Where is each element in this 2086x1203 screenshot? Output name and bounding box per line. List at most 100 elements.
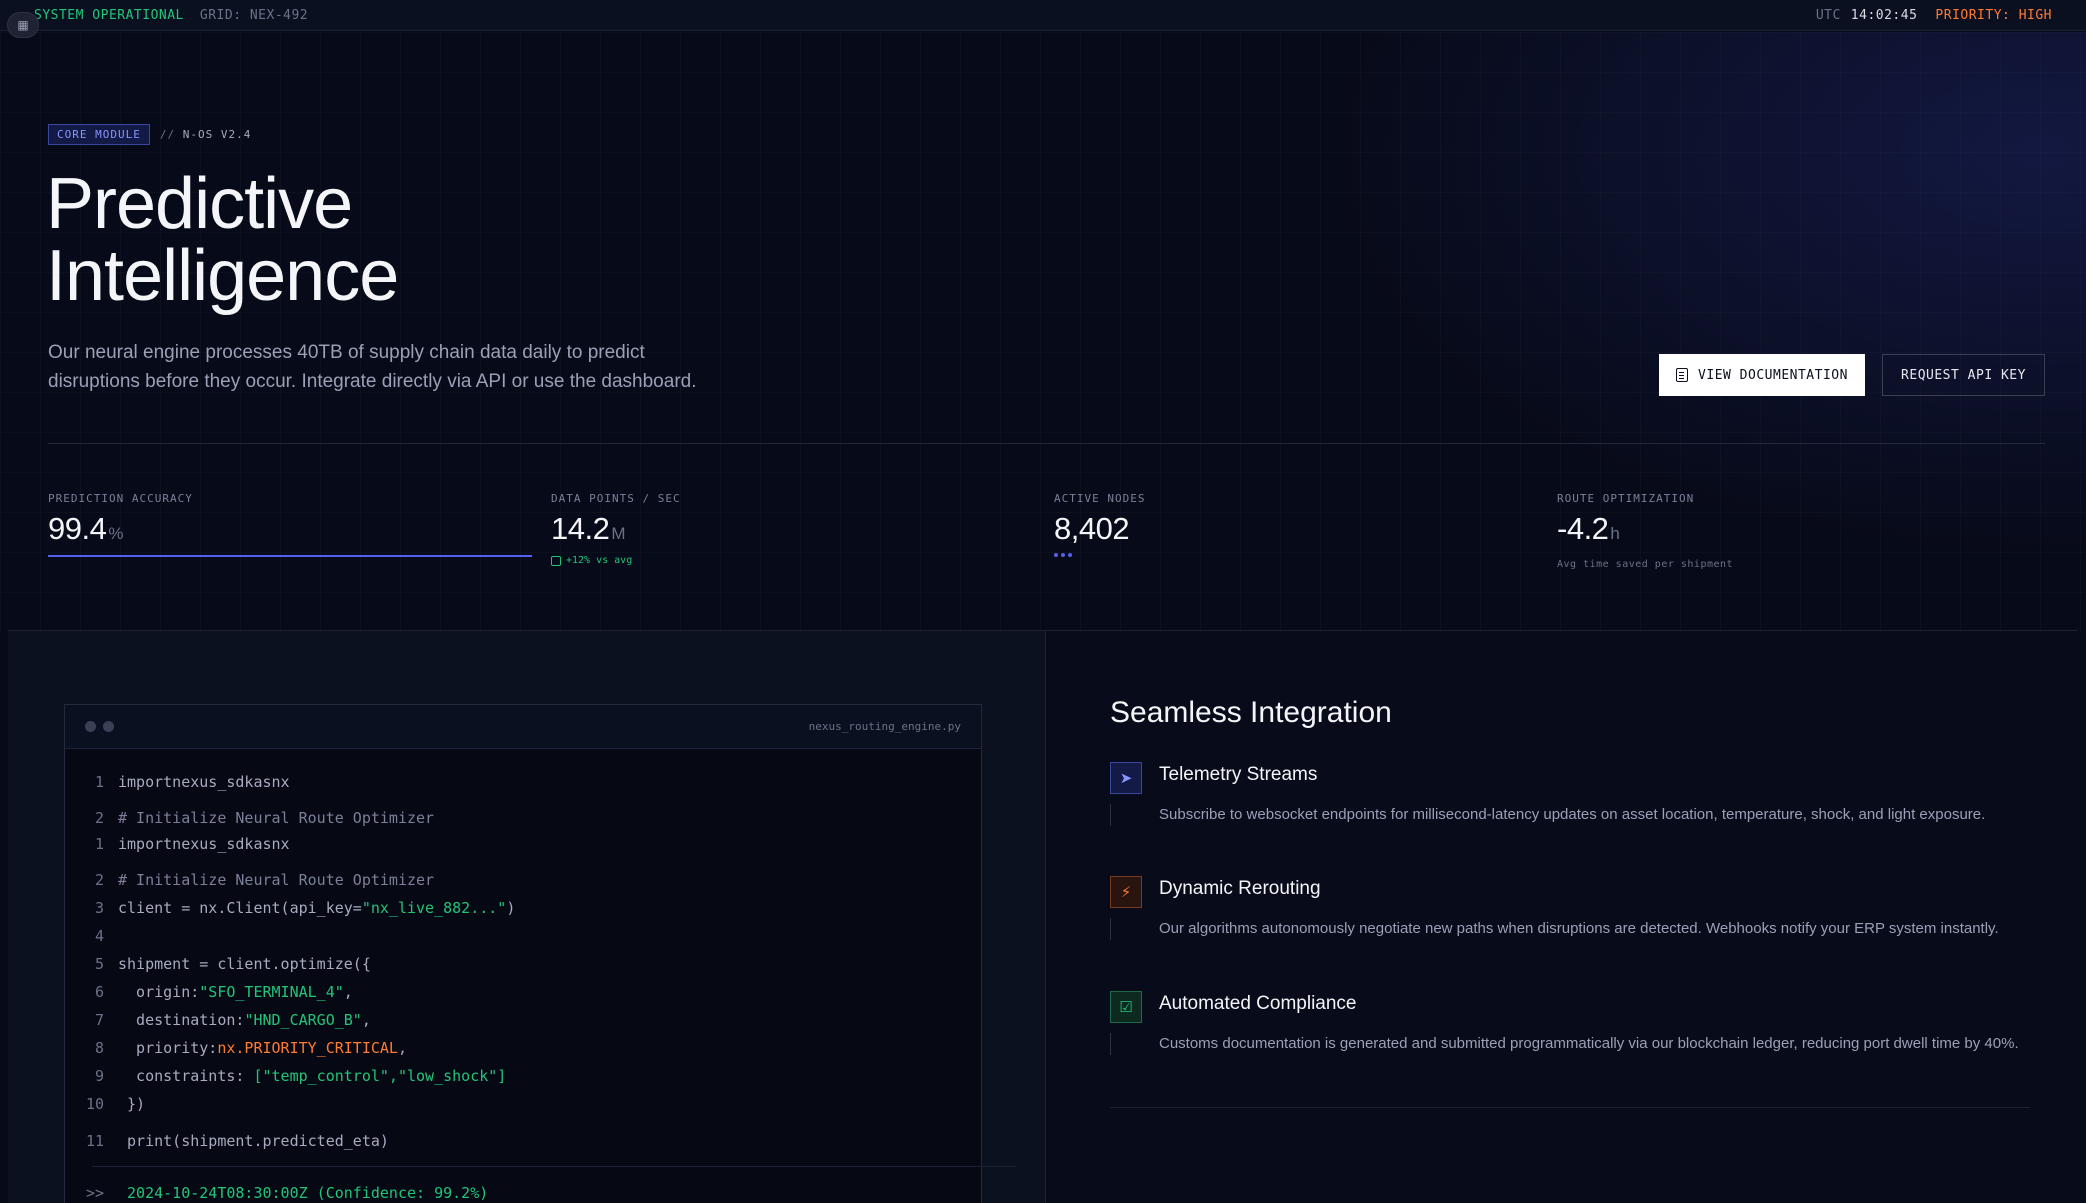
code-text: origin: bbox=[118, 983, 200, 1001]
document-icon bbox=[1676, 368, 1689, 382]
integration-divider bbox=[1110, 1107, 2030, 1108]
stat-prediction-accuracy: PREDICTION ACCURACY 99.4% bbox=[48, 492, 532, 557]
feature-description: Our algorithms autonomously negotiate ne… bbox=[1159, 920, 1999, 937]
stat-number: -4.2 bbox=[1557, 511, 1609, 546]
lightning-icon: ⚡ bbox=[1110, 876, 1142, 908]
code-string: "HND_CARGO_B" bbox=[244, 1011, 362, 1029]
console-prompt: >> bbox=[85, 1184, 104, 1202]
stat-number: 8,402 bbox=[1054, 511, 1130, 546]
code-text: client = nx.Client(api_key= bbox=[118, 899, 362, 917]
stat-label: DATA POINTS / SEC bbox=[551, 492, 681, 505]
page-title: Predictive Intelligence bbox=[46, 168, 746, 312]
editor-header: nexus_routing_engine.py bbox=[65, 705, 981, 749]
line-number: 2 bbox=[94, 809, 104, 827]
satellite-icon: ➤ bbox=[1110, 762, 1142, 794]
feature-description: Customs documentation is generated and s… bbox=[1159, 1035, 2019, 1052]
feature-connector bbox=[1110, 1033, 1111, 1055]
stat-number: 14.2 bbox=[551, 511, 610, 546]
stat-active-nodes: ACTIVE NODES 8,402 bbox=[1054, 492, 1534, 557]
feature-description: Subscribe to websocket endpoints for mil… bbox=[1159, 806, 1986, 823]
code-text: print(shipment.predicted_eta) bbox=[118, 1132, 389, 1150]
feature-connector bbox=[1110, 918, 1111, 940]
hero-divider bbox=[48, 443, 2045, 444]
code-line: 2 # Initialize Neural Route Optimizer bbox=[64, 808, 434, 828]
checklist-icon: ☑ bbox=[1110, 991, 1142, 1023]
trend-up-icon bbox=[551, 555, 561, 566]
priority-indicator: PRIORITY: HIGH bbox=[1935, 7, 2052, 23]
request-api-key-button[interactable]: REQUEST API KEY bbox=[1882, 354, 2045, 396]
feature-title: Dynamic Rerouting bbox=[1159, 878, 1321, 899]
code-text: ) bbox=[506, 899, 516, 917]
stat-note: Avg time saved per shipment bbox=[1557, 559, 1734, 570]
status-right: UTC 14:02:45 PRIORITY: HIGH bbox=[1816, 8, 2052, 23]
title-line-2: Intelligence bbox=[46, 236, 399, 316]
stat-delta-text: +12% vs avg bbox=[566, 555, 633, 566]
activity-dot bbox=[1061, 553, 1065, 557]
code-text: priority: bbox=[118, 1039, 218, 1057]
stat-value: -4.2 h bbox=[1557, 511, 2037, 547]
code-line: 3 client = nx.Client(api_key="nx_live_882… bbox=[64, 898, 515, 918]
code-line: 1 importnexus_sdkasnx bbox=[64, 834, 290, 854]
stat-delta: +12% vs avg bbox=[551, 555, 1031, 566]
line-number: 7 bbox=[94, 1011, 104, 1029]
line-number: 8 bbox=[94, 1039, 104, 1057]
system-status: SYSTEM OPERATIONAL bbox=[34, 7, 184, 23]
code-string: "SFO_TERMINAL_4" bbox=[199, 983, 344, 1001]
grid-menu-icon: ▦ bbox=[17, 18, 29, 32]
line-number: 2 bbox=[94, 871, 104, 889]
stat-data-points: DATA POINTS / SEC 14.2 M +12% vs avg bbox=[551, 492, 1031, 566]
stat-unit: M bbox=[611, 524, 626, 543]
output-divider bbox=[92, 1166, 1016, 1167]
module-badge-row: CORE MODULE // N-OS V2.4 bbox=[48, 124, 251, 145]
code-string: ["temp_control","low_shock"] bbox=[253, 1067, 507, 1085]
code-line: 11 print(shipment.predicted_eta) bbox=[64, 1131, 389, 1151]
grid-id: GRID: NEX-492 bbox=[199, 7, 309, 23]
editor-filename: nexus_routing_engine.py bbox=[808, 720, 961, 733]
code-text: , bbox=[343, 983, 353, 1001]
utc-time: 14:02:45 bbox=[1850, 7, 1918, 23]
hero-description-line-2: disruptions before they occur. Integrate… bbox=[48, 371, 697, 392]
window-dot bbox=[85, 721, 96, 732]
stat-unit: % bbox=[108, 524, 123, 543]
stat-value: 14.2 M bbox=[551, 511, 1031, 547]
line-number: 1 bbox=[94, 835, 104, 853]
integration-title: Seamless Integration bbox=[1110, 696, 1392, 729]
code-string: "nx_live_882..." bbox=[361, 899, 507, 917]
code-line: 8 priority:nx.PRIORITY_CRITICAL, bbox=[64, 1038, 407, 1058]
code-line: 6 origin:"SFO_TERMINAL_4", bbox=[64, 982, 353, 1002]
view-documentation-label: VIEW DOCUMENTATION bbox=[1698, 367, 1848, 383]
stat-value: 8,402 bbox=[1054, 511, 1534, 547]
code-text: }) bbox=[118, 1095, 146, 1113]
line-number: 1 bbox=[94, 773, 104, 791]
line-number: 10 bbox=[85, 1095, 104, 1113]
console-result: 2024-10-24T08:30:00Z (Confidence: 99.2%) bbox=[118, 1184, 489, 1202]
accuracy-bar bbox=[48, 555, 532, 557]
view-documentation-button[interactable]: VIEW DOCUMENTATION bbox=[1659, 354, 1865, 396]
version-separator: // bbox=[159, 128, 176, 141]
request-api-key-label: REQUEST API KEY bbox=[1901, 367, 2026, 383]
console-output: >> 2024-10-24T08:30:00Z (Confidence: 99.… bbox=[64, 1184, 488, 1202]
status-bar: SYSTEM OPERATIONAL GRID: NEX-492 UTC 14:… bbox=[0, 0, 2086, 31]
code-line: 9 constraints: ["temp_control","low_shoc… bbox=[64, 1066, 506, 1086]
code-text: , bbox=[397, 1039, 407, 1057]
code-line: 10 }) bbox=[64, 1094, 145, 1114]
code-constant: nx.PRIORITY_CRITICAL bbox=[217, 1039, 398, 1057]
stat-label: ROUTE OPTIMIZATION bbox=[1557, 492, 1695, 505]
feature-connector bbox=[1110, 804, 1111, 826]
code-comment: # Initialize Neural Route Optimizer bbox=[118, 871, 435, 889]
grid-menu-button[interactable]: ▦ bbox=[7, 12, 39, 38]
feature-title: Automated Compliance bbox=[1159, 993, 1357, 1014]
line-number: 3 bbox=[94, 899, 104, 917]
stat-value: 99.4% bbox=[48, 511, 528, 547]
window-dot bbox=[103, 721, 114, 732]
hero-description-line-1: Our neural engine processes 40TB of supp… bbox=[48, 342, 645, 363]
stat-unit: h bbox=[1610, 524, 1620, 543]
code-line: 5 shipment = client.optimize({ bbox=[64, 954, 371, 974]
code-text: shipment = client.optimize({ bbox=[118, 955, 371, 973]
code-text: importnexus_sdkasnx bbox=[118, 773, 290, 791]
code-line: 2 # Initialize Neural Route Optimizer bbox=[64, 870, 434, 890]
code-text: , bbox=[361, 1011, 371, 1029]
line-number: 6 bbox=[94, 983, 104, 1001]
code-line: 7 destination:"HND_CARGO_B", bbox=[64, 1010, 371, 1030]
utc-label: UTC bbox=[1815, 7, 1841, 23]
